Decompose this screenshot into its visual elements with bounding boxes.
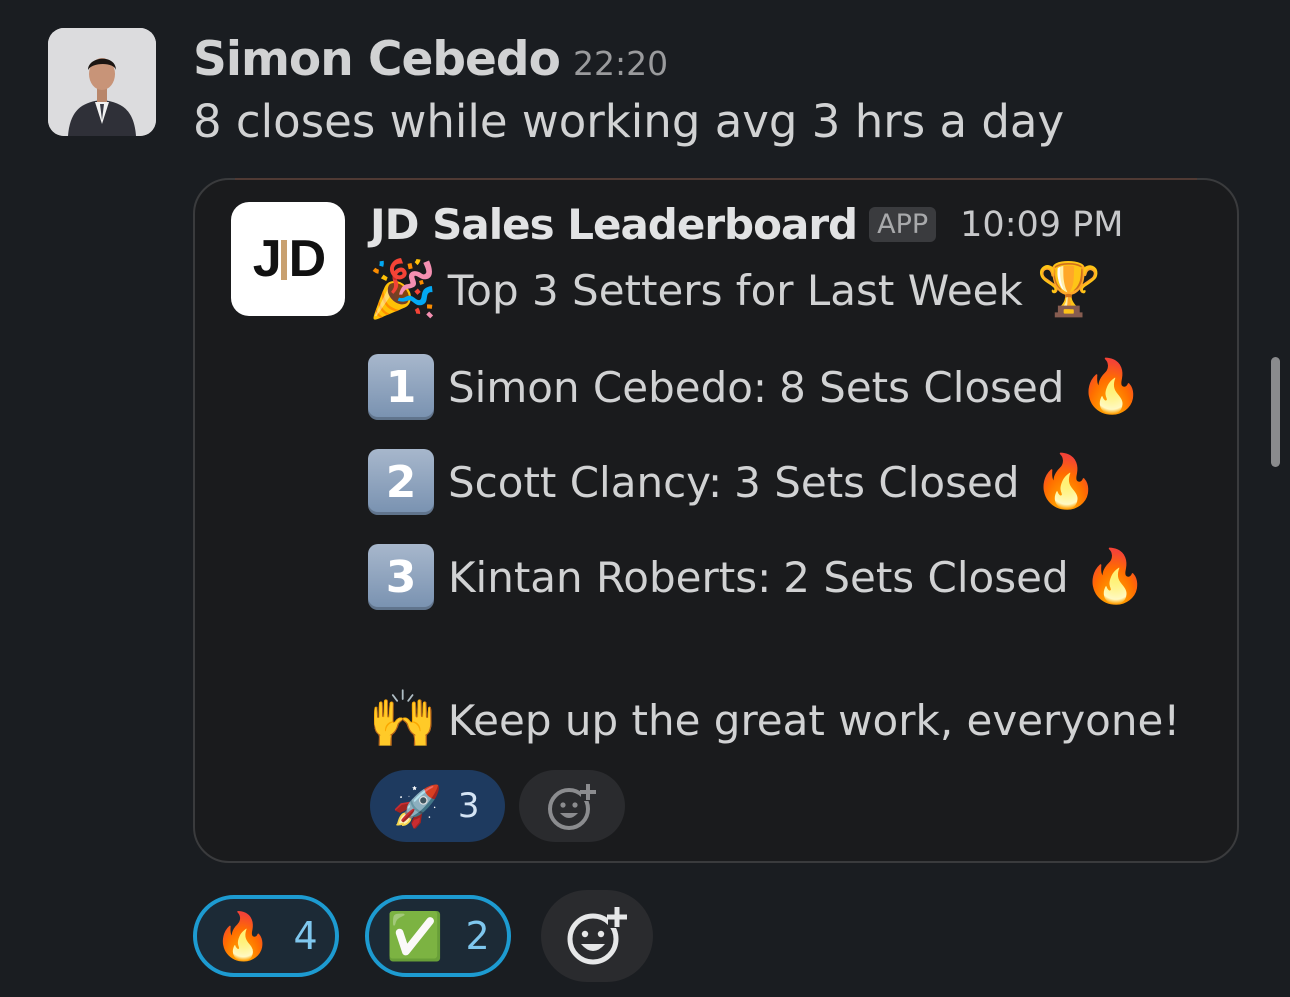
scrollbar-thumb[interactable]	[1271, 357, 1280, 467]
avatar-image	[48, 28, 156, 136]
add-reaction-button[interactable]	[519, 770, 626, 842]
footer-line: 🙌 Keep up the great work, everyone!	[368, 692, 1180, 748]
reaction-rocket-button[interactable]: 🚀 3	[370, 770, 506, 842]
headline: 🎉 Top 3 Setters for Last Week 🏆	[368, 262, 1102, 318]
message-reactions: 🔥 4 ✅ 2	[193, 890, 653, 982]
message-header: Simon Cebedo 22:20	[193, 32, 668, 87]
leaderboard-entry: 3 Kintan Roberts: 2 Sets Closed 🔥	[368, 544, 1147, 610]
raised-hands-icon: 🙌	[368, 687, 438, 752]
entry-name: Simon Cebedo:	[448, 362, 768, 412]
rank-1-icon: 1	[368, 354, 434, 420]
fire-icon: 🔥	[1033, 452, 1099, 512]
app-message-timestamp[interactable]: 10:09 PM	[960, 205, 1123, 245]
party-popper-icon: 🎉	[368, 257, 438, 322]
logo-letter-d: D	[288, 230, 327, 288]
fire-icon: 🔥	[214, 908, 272, 963]
fire-icon: 🔥	[1082, 547, 1148, 607]
add-reaction-button[interactable]	[541, 890, 653, 982]
app-name[interactable]: JD Sales Leaderboard	[370, 200, 858, 249]
trophy-icon: 🏆	[1036, 260, 1102, 320]
check-mark-icon: ✅	[386, 908, 444, 963]
author-name[interactable]: Simon Cebedo	[193, 32, 561, 87]
app-badge: APP	[869, 207, 937, 242]
message: Simon Cebedo 22:20 8 closes while workin…	[0, 0, 1290, 997]
app-message-header: JD Sales Leaderboard APP 10:09 PM	[370, 200, 1123, 249]
user-avatar[interactable]	[48, 28, 156, 136]
entry-name: Kintan Roberts:	[448, 552, 772, 602]
rank-2-icon: 2	[368, 449, 434, 515]
fire-icon: 🔥	[1078, 357, 1144, 417]
app-logo-mark: JD	[252, 229, 327, 289]
card-reactions: 🚀 3	[370, 770, 626, 842]
message-timestamp[interactable]: 22:20	[573, 44, 668, 83]
headline-text: Top 3 Setters for Last Week	[447, 265, 1023, 315]
entry-result: 2 Sets Closed	[783, 552, 1069, 602]
rank-3-icon: 3	[368, 544, 434, 610]
reaction-count: 4	[293, 914, 318, 958]
logo-letter-j: J	[252, 230, 282, 288]
leaderboard-entry: 2 Scott Clancy: 3 Sets Closed 🔥	[368, 449, 1098, 515]
rocket-icon: 🚀	[392, 783, 442, 830]
reaction-fire-button[interactable]: 🔥 4	[193, 895, 339, 977]
entry-name: Scott Clancy:	[448, 457, 723, 507]
logo-bar	[280, 240, 287, 280]
add-reaction-icon	[548, 784, 597, 830]
reaction-count: 3	[457, 786, 480, 826]
app-logo[interactable]: JD	[231, 202, 345, 316]
footer-text: Keep up the great work, everyone!	[447, 695, 1181, 745]
add-reaction-icon	[567, 907, 627, 965]
leaderboard-entry: 1 Simon Cebedo: 8 Sets Closed 🔥	[368, 354, 1143, 420]
shared-app-message-card[interactable]: JD JD Sales Leaderboard APP 10:09 PM 🎉 T…	[193, 178, 1239, 863]
message-text: 8 closes while working avg 3 hrs a day	[193, 95, 1065, 148]
entry-result: 3 Sets Closed	[734, 457, 1020, 507]
reaction-check-button[interactable]: ✅ 2	[365, 895, 511, 977]
reaction-count: 2	[465, 914, 490, 958]
entry-result: 8 Sets Closed	[779, 362, 1065, 412]
